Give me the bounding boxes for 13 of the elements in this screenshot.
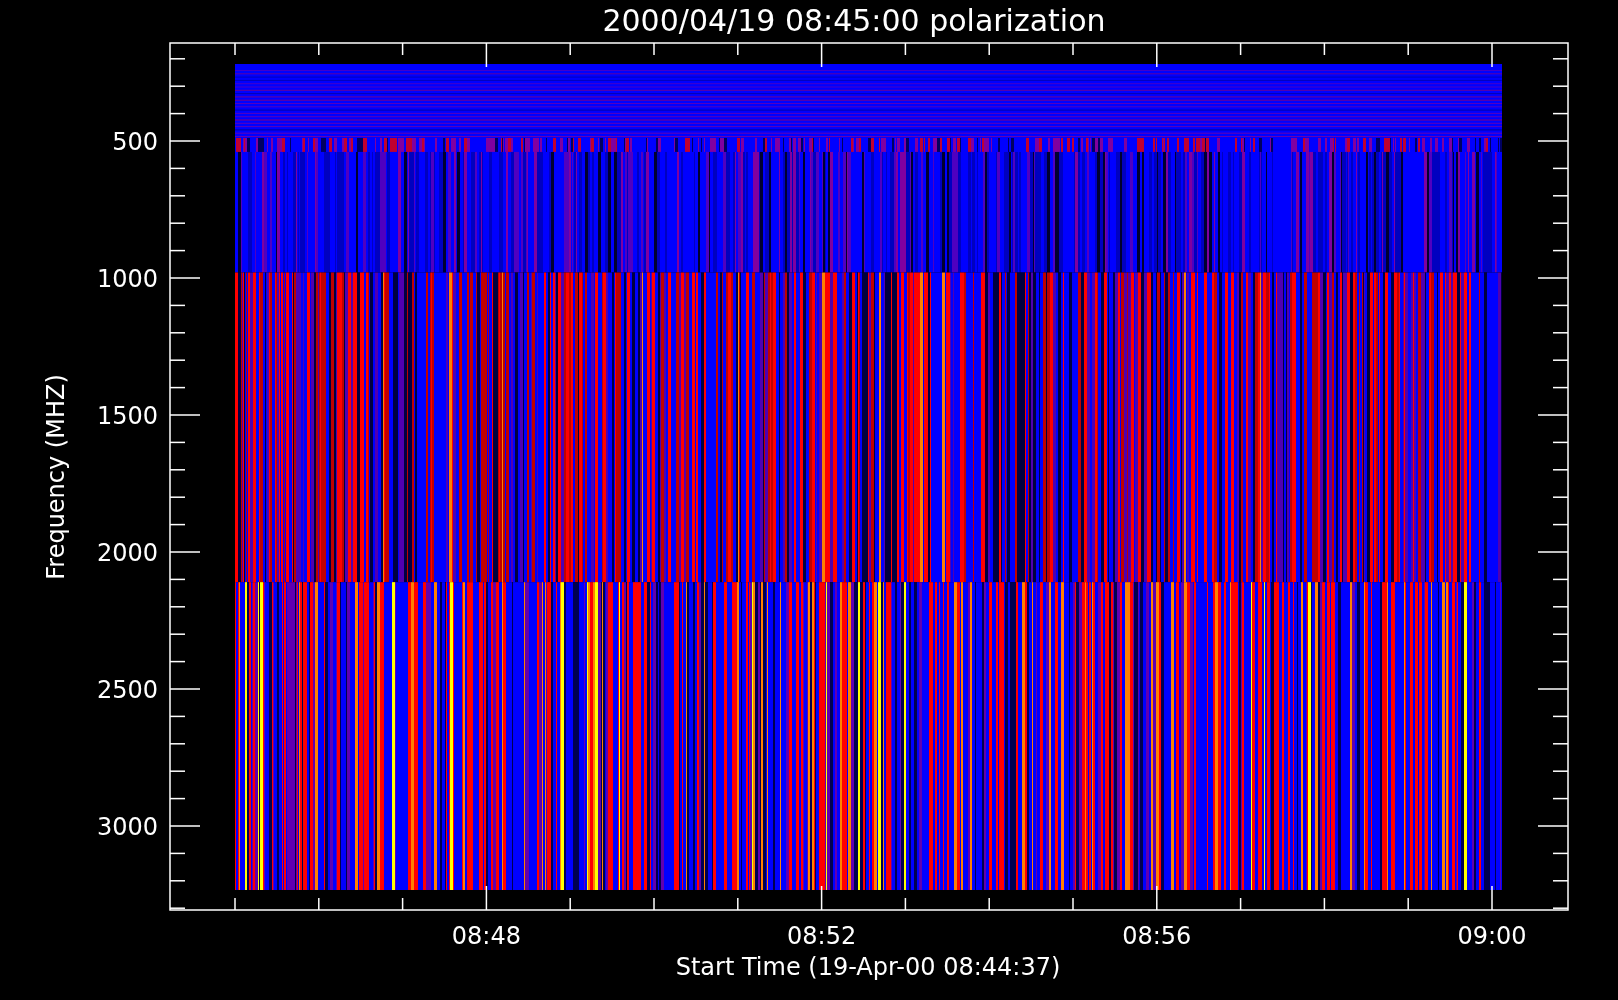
tick-label: 500 [112, 128, 158, 156]
tick-label: 2500 [96, 676, 158, 704]
tick-label: 09:00 [1457, 922, 1527, 950]
tick-label: 3000 [96, 813, 158, 841]
axis-label: Start Time (19-Apr-00 08:44:37) [675, 953, 1061, 981]
tick-label: 1500 [96, 402, 158, 430]
axis-label: Frequency (MHZ) [42, 374, 70, 580]
tick-label: 2000 [96, 539, 158, 567]
tick-label: 08:48 [451, 922, 521, 950]
tick-label: 08:56 [1122, 922, 1192, 950]
plot-title: 2000/04/19 08:45:00 polarization [602, 3, 1106, 38]
tick-label: 08:52 [787, 922, 857, 950]
tick-label: 1000 [96, 265, 158, 293]
